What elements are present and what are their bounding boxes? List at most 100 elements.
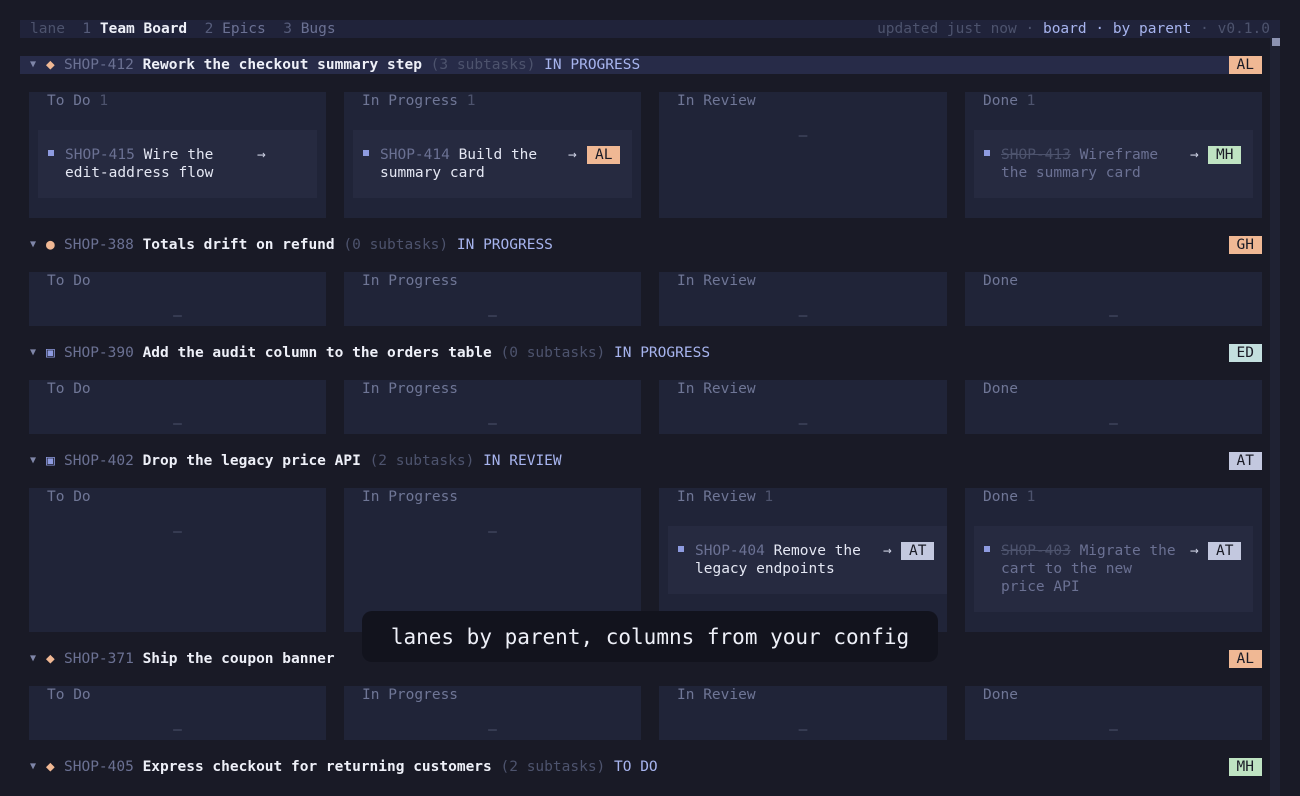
chevron-down-icon[interactable]: ▼	[20, 56, 46, 74]
lane-subtask-count: (0 subtasks)	[500, 345, 606, 361]
column-header: Done	[983, 381, 1018, 397]
arrow-right-icon[interactable]: →	[1190, 542, 1199, 560]
scroll-thumb[interactable]	[1272, 38, 1280, 46]
column-header: In Progress	[362, 489, 459, 505]
chevron-down-icon[interactable]: ▼	[20, 236, 46, 254]
card-text: SHOP-403 Migrate the cart to the new pri…	[1001, 543, 1176, 595]
column-todo: To Do –	[29, 488, 326, 632]
lane-key: SHOP-405	[64, 759, 134, 775]
arrow-right-icon[interactable]: →	[568, 146, 577, 164]
arrow-right-icon[interactable]: →	[257, 146, 266, 164]
column-in-progress: In Progress –	[344, 380, 641, 434]
empty-placeholder: –	[1109, 416, 1118, 432]
assignee-badge: GH	[1228, 236, 1262, 254]
chevron-down-icon[interactable]: ▼	[20, 452, 46, 470]
column-in-review: In Review –	[659, 686, 947, 740]
separator: ·	[1025, 21, 1035, 37]
lane-key: SHOP-412	[64, 57, 134, 73]
grouping-mode[interactable]: by parent	[1113, 20, 1192, 38]
lane-header[interactable]: ▼ ◆ SHOP-405 Express checkout for return…	[20, 758, 1262, 776]
column-header: In Progress	[362, 381, 459, 397]
scrollbar[interactable]	[1270, 38, 1280, 796]
card-text: SHOP-414 Build the summary card	[380, 147, 538, 181]
toast-message: lanes by parent, columns from your confi…	[362, 611, 938, 662]
arrow-right-icon[interactable]: →	[1190, 146, 1199, 164]
circle-icon: ●	[46, 237, 55, 253]
column-in-review: In Review –	[659, 272, 947, 326]
card[interactable]: SHOP-415 Wire the edit-address flow →	[38, 130, 317, 198]
empty-placeholder: –	[488, 722, 497, 738]
card[interactable]: SHOP-414 Build the summary card → AL	[353, 130, 632, 198]
assignee-badge: AL	[1228, 650, 1262, 668]
lane-status: TO DO	[614, 759, 658, 775]
lane-subtask-count: (2 subtasks)	[500, 759, 606, 775]
chevron-down-icon[interactable]: ▼	[20, 758, 46, 776]
column-header: In Progress	[362, 687, 459, 703]
empty-placeholder: –	[173, 416, 182, 432]
view-mode[interactable]: board	[1043, 20, 1087, 38]
column-done: Done –	[965, 380, 1262, 434]
lane-title: Drop the legacy price API	[142, 453, 361, 469]
column-done: Done –	[965, 686, 1262, 740]
empty-placeholder: –	[798, 416, 808, 432]
card-text: SHOP-415 Wire the edit-address flow	[65, 147, 214, 181]
column-header: Done	[983, 687, 1018, 703]
diamond-icon: ◆	[46, 759, 55, 775]
column-header: In Review	[677, 381, 756, 397]
column-in-progress: In Progress –	[344, 686, 641, 740]
lane-title: Add the audit column to the orders table	[142, 345, 492, 361]
lane-header[interactable]: ▼ ◆ SHOP-412 Rework the checkout summary…	[20, 56, 1262, 74]
assignee-badge: AL	[1228, 56, 1262, 74]
lane-header[interactable]: ▼ ● SHOP-388 Totals drift on refund (0 s…	[20, 236, 1262, 254]
version: v0.1.0	[1217, 21, 1270, 37]
card[interactable]: SHOP-413 Wireframe the summary card → MH	[974, 130, 1253, 198]
empty-placeholder: –	[1109, 722, 1118, 738]
column-in-progress: In Progress 1 SHOP-414 Build the summary…	[344, 92, 641, 218]
column-todo: To Do –	[29, 380, 326, 434]
column-header: Done	[983, 273, 1018, 289]
tab-team-board[interactable]: Team Board	[100, 20, 187, 38]
empty-placeholder: –	[488, 524, 497, 540]
column-header: In Progress	[362, 273, 459, 289]
tab-3-number: 3	[283, 21, 292, 37]
column-header: To Do	[47, 489, 91, 505]
column-header: To Do 1	[47, 93, 109, 109]
lane-header[interactable]: ▼ ▣ SHOP-390 Add the audit column to the…	[20, 344, 1262, 362]
column-todo: To Do –	[29, 686, 326, 740]
empty-placeholder: –	[173, 722, 182, 738]
card-text: SHOP-413 Wireframe the summary card	[1001, 147, 1159, 181]
empty-placeholder: –	[488, 308, 497, 324]
lane-header[interactable]: ▼ ▣ SHOP-402 Drop the legacy price API (…	[20, 452, 1262, 470]
column-header: To Do	[47, 273, 91, 289]
empty-placeholder: –	[798, 722, 808, 738]
tab-2-number: 2	[204, 21, 214, 37]
square-icon: ▣	[46, 345, 55, 361]
column-header: Done 1	[983, 93, 1036, 109]
chevron-down-icon[interactable]: ▼	[20, 650, 46, 668]
chevron-down-icon[interactable]: ▼	[20, 344, 46, 362]
column-done: Done 1 SHOP-413 Wireframe the summary ca…	[965, 92, 1262, 218]
square-icon	[984, 546, 990, 552]
lane-title: Express checkout for returning customers	[142, 759, 492, 775]
column-done: Done 1 SHOP-403 Migrate the cart to the …	[965, 488, 1262, 632]
assignee-badge: AT	[1208, 542, 1242, 560]
tab-bugs[interactable]: Bugs	[301, 20, 336, 38]
assignee-badge: ED	[1228, 344, 1262, 362]
card-text: SHOP-404 Remove the legacy endpoints	[695, 543, 861, 577]
lane-title: Rework the checkout summary step	[142, 57, 422, 73]
column-header: In Review	[677, 687, 756, 703]
tab-epics[interactable]: Epics	[222, 20, 266, 38]
lane-key: SHOP-371	[64, 651, 134, 667]
card[interactable]: SHOP-404 Remove the legacy endpoints → A…	[668, 526, 947, 594]
arrow-right-icon[interactable]: →	[883, 542, 892, 560]
card[interactable]: SHOP-403 Migrate the cart to the new pri…	[974, 526, 1253, 612]
column-done: Done –	[965, 272, 1262, 326]
assignee-badge: MH	[1228, 758, 1262, 776]
lane-key: SHOP-388	[64, 237, 134, 253]
square-icon	[984, 150, 990, 156]
empty-placeholder: –	[1109, 308, 1118, 324]
column-todo: To Do 1 SHOP-415 Wire the edit-address f…	[29, 92, 326, 218]
column-header: In Review	[677, 273, 756, 289]
lane-key: SHOP-402	[64, 453, 134, 469]
updated-status: updated just now	[877, 21, 1017, 37]
